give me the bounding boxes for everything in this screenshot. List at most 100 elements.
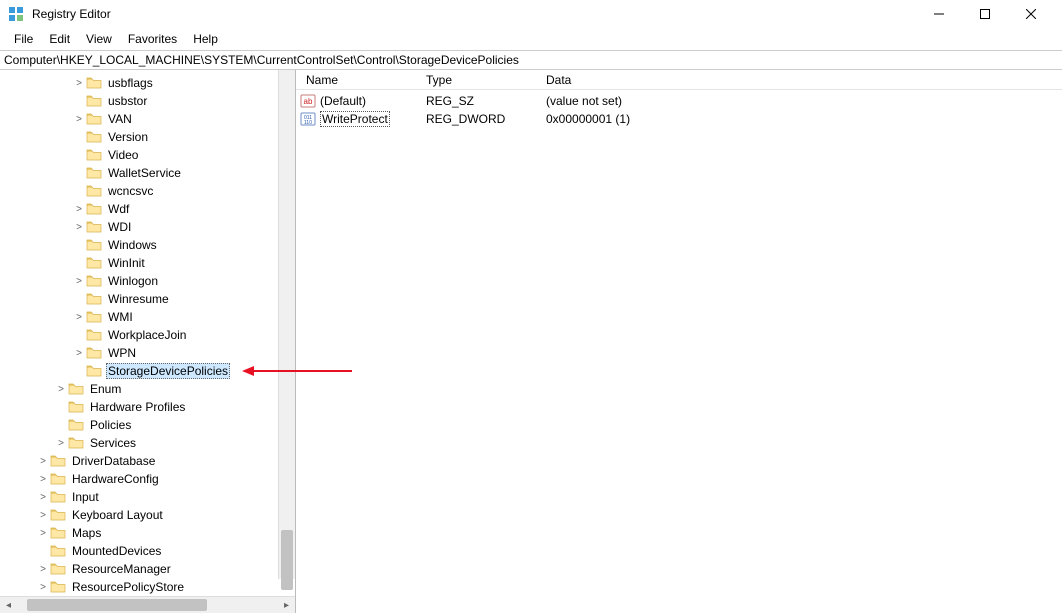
tree-node[interactable]: > Winlogon <box>0 272 295 290</box>
values-header: Name Type Data <box>296 70 1062 90</box>
tree-node-label: WDI <box>106 220 133 234</box>
tree-node-label: ResourcePolicyStore <box>70 580 186 594</box>
tree-node[interactable]: >Keyboard Layout <box>0 506 295 524</box>
values-list[interactable]: ab(Default)REG_SZ(value not set)011110Wr… <box>296 90 1062 613</box>
folder-icon <box>68 382 84 396</box>
tree-expander-icon[interactable]: > <box>72 348 86 359</box>
tree-node[interactable]: >WalletService <box>0 164 295 182</box>
menu-help[interactable]: Help <box>185 30 226 48</box>
tree-pane: >usbflags>usbstor>VAN>Version>Video>Wall… <box>0 70 296 613</box>
folder-icon <box>86 364 102 378</box>
tree-node[interactable]: >Video <box>0 146 295 164</box>
menu-edit[interactable]: Edit <box>41 30 78 48</box>
tree-expander-icon[interactable]: > <box>72 312 86 323</box>
address-bar[interactable]: Computer\HKEY_LOCAL_MACHINE\SYSTEM\Curre… <box>0 50 1062 70</box>
folder-icon <box>68 436 84 450</box>
tree-expander-icon[interactable]: > <box>72 78 86 89</box>
tree-node[interactable]: >DriverDatabase <box>0 452 295 470</box>
tree-node-label: ResourceManager <box>70 562 173 576</box>
tree-expander-icon[interactable]: > <box>36 528 50 539</box>
tree-node[interactable]: >VAN <box>0 110 295 128</box>
tree-expander-icon[interactable]: > <box>36 510 50 521</box>
tree-node[interactable]: > WPN <box>0 344 295 362</box>
tree-expander-icon[interactable]: > <box>72 222 86 233</box>
menu-view[interactable]: View <box>78 30 120 48</box>
scroll-right-icon[interactable]: ▸ <box>278 600 295 611</box>
tree-expander-icon[interactable]: > <box>72 114 86 125</box>
tree-node[interactable]: >StorageDevicePolicies <box>0 362 295 380</box>
folder-icon <box>68 418 84 432</box>
tree-node[interactable]: >HardwareConfig <box>0 470 295 488</box>
tree-node[interactable]: > ResourceManager <box>0 560 295 578</box>
tree-node-label: Winlogon <box>106 274 160 288</box>
tree-horizontal-scrollbar-thumb[interactable] <box>27 599 207 611</box>
tree-node[interactable]: > ResourcePolicyStore <box>0 578 295 596</box>
column-header-data[interactable]: Data <box>540 73 1062 87</box>
tree-node-label: Windows <box>106 238 159 252</box>
tree-node-label: wcncsvc <box>106 184 155 198</box>
tree-expander-icon[interactable]: > <box>36 456 50 467</box>
menu-file[interactable]: File <box>6 30 41 48</box>
value-data: (value not set) <box>540 94 1062 108</box>
tree-node[interactable]: >Maps <box>0 524 295 542</box>
tree-expander-icon[interactable]: > <box>36 492 50 503</box>
tree-node[interactable]: >Services <box>0 434 295 452</box>
tree-node-label: Policies <box>88 418 133 432</box>
value-row[interactable]: 011110WriteProtectREG_DWORD0x00000001 (1… <box>296 110 1062 128</box>
tree-expander-icon[interactable]: > <box>54 384 68 395</box>
tree-node-label: WinInit <box>106 256 147 270</box>
value-type: REG_SZ <box>420 94 540 108</box>
tree-node[interactable]: > Wdf <box>0 200 295 218</box>
maximize-button[interactable] <box>962 0 1008 28</box>
tree-expander-icon[interactable]: > <box>36 564 50 575</box>
close-button[interactable] <box>1008 0 1054 28</box>
folder-icon <box>86 310 102 324</box>
tree-node[interactable]: >Windows <box>0 236 295 254</box>
tree-node-label: Video <box>106 148 140 162</box>
regedit-icon <box>8 6 24 22</box>
tree-node-label: Wdf <box>106 202 131 216</box>
folder-icon <box>86 220 102 234</box>
folder-icon <box>86 166 102 180</box>
folder-icon <box>86 184 102 198</box>
tree-node[interactable]: >Version <box>0 128 295 146</box>
tree-horizontal-scrollbar[interactable]: ◂ ▸ <box>0 596 295 613</box>
tree-node[interactable]: >MountedDevices <box>0 542 295 560</box>
tree-node-label: WPN <box>106 346 138 360</box>
tree-node[interactable]: >usbstor <box>0 92 295 110</box>
column-header-name[interactable]: Name <box>300 73 420 87</box>
tree-node[interactable]: >Hardware Profiles <box>0 398 295 416</box>
minimize-button[interactable] <box>916 0 962 28</box>
tree-vertical-scrollbar-thumb[interactable] <box>281 530 293 590</box>
value-row[interactable]: ab(Default)REG_SZ(value not set) <box>296 92 1062 110</box>
value-name: WriteProtect <box>320 111 390 127</box>
tree-node[interactable]: >usbflags <box>0 74 295 92</box>
tree-expander-icon[interactable]: > <box>72 276 86 287</box>
tree-node[interactable]: >Input <box>0 488 295 506</box>
column-header-type[interactable]: Type <box>420 73 540 87</box>
scroll-left-icon[interactable]: ◂ <box>0 600 17 611</box>
tree-node[interactable]: > Enum <box>0 380 295 398</box>
tree-vertical-scrollbar[interactable] <box>278 70 295 579</box>
folder-icon <box>86 112 102 126</box>
tree-node[interactable]: >WinInit <box>0 254 295 272</box>
tree-node[interactable]: >Winresume <box>0 290 295 308</box>
values-pane: Name Type Data ab(Default)REG_SZ(value n… <box>296 70 1062 613</box>
tree-node-label: WalletService <box>106 166 183 180</box>
tree-expander-icon[interactable]: > <box>54 438 68 449</box>
tree-expander-icon[interactable]: > <box>72 204 86 215</box>
folder-icon <box>86 130 102 144</box>
tree-node[interactable]: >WMI <box>0 308 295 326</box>
tree-node[interactable]: >wcncsvc <box>0 182 295 200</box>
tree-node[interactable]: >Policies <box>0 416 295 434</box>
tree-node[interactable]: > WDI <box>0 218 295 236</box>
tree[interactable]: >usbflags>usbstor>VAN>Version>Video>Wall… <box>0 70 295 596</box>
window-title: Registry Editor <box>32 7 111 21</box>
tree-node-label: Enum <box>88 382 123 396</box>
tree-expander-icon[interactable]: > <box>36 582 50 593</box>
tree-node[interactable]: >WorkplaceJoin <box>0 326 295 344</box>
folder-icon <box>50 508 66 522</box>
folder-icon <box>50 490 66 504</box>
menu-favorites[interactable]: Favorites <box>120 30 185 48</box>
tree-expander-icon[interactable]: > <box>36 474 50 485</box>
